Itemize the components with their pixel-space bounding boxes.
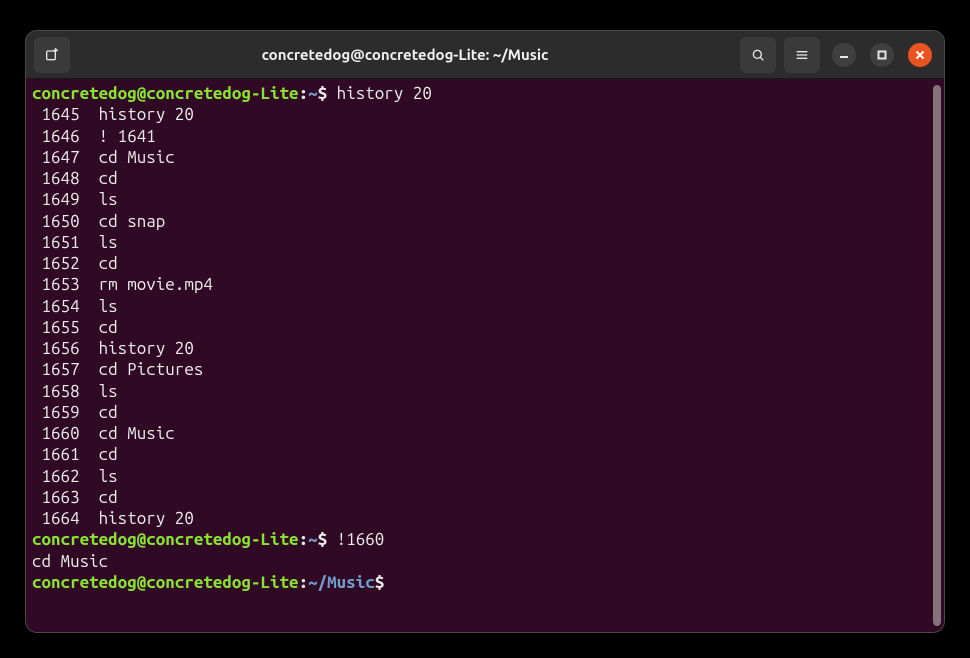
history-row: 1660 cd Music [32, 424, 175, 443]
history-row: 1653 rm movie.mp4 [32, 275, 213, 294]
prompt-colon: : [299, 530, 309, 549]
history-row: 1648 cd [32, 169, 118, 188]
history-row: 1657 cd Pictures [32, 360, 203, 379]
prompt-colon: : [299, 573, 309, 592]
history-row: 1652 cd [32, 254, 118, 273]
prompt-colon: : [299, 84, 309, 103]
prompt-dollar: $ [318, 530, 337, 549]
terminal-window: concretedog@concretedog-Lite: ~/Music co… [25, 30, 945, 633]
history-row: 1650 cd snap [32, 212, 165, 231]
minimize-button[interactable] [832, 43, 856, 67]
prompt-user-host: concretedog@concretedog-Lite [32, 84, 299, 103]
scrollbar[interactable] [933, 85, 941, 626]
maximize-button[interactable] [870, 43, 894, 67]
echoed-command: cd Music [32, 552, 108, 571]
prompt-command: !1660 [337, 530, 385, 549]
search-icon [750, 47, 766, 63]
maximize-icon [877, 50, 887, 60]
history-row: 1655 cd [32, 318, 118, 337]
menu-button[interactable] [784, 37, 820, 73]
titlebar: concretedog@concretedog-Lite: ~/Music [26, 31, 944, 79]
history-row: 1651 ls [32, 233, 118, 252]
history-row: 1661 cd [32, 445, 118, 464]
history-row: 1664 history 20 [32, 509, 194, 528]
history-row: 1646 ! 1641 [32, 127, 156, 146]
history-row: 1658 ls [32, 382, 118, 401]
prompt-user-host: concretedog@concretedog-Lite [32, 573, 299, 592]
history-row: 1659 cd [32, 403, 118, 422]
history-row: 1663 cd [32, 488, 118, 507]
history-row: 1645 history 20 [32, 105, 194, 124]
history-output: 1645 history 20 1646 ! 1641 1647 cd Musi… [32, 104, 938, 529]
history-row: 1656 history 20 [32, 339, 194, 358]
terminal[interactable]: concretedog@concretedog-Lite:~$ history … [26, 79, 944, 632]
new-tab-icon [44, 47, 60, 63]
prompt-user-host: concretedog@concretedog-Lite [32, 530, 299, 549]
prompt-path: ~ [308, 84, 318, 103]
history-row: 1647 cd Music [32, 148, 175, 167]
search-button[interactable] [740, 37, 776, 73]
new-tab-button[interactable] [34, 37, 70, 73]
prompt-command: history 20 [337, 84, 432, 103]
terminal-area: concretedog@concretedog-Lite:~$ history … [26, 79, 944, 632]
prompt-path: ~/Music [308, 573, 375, 592]
prompt-dollar: $ [318, 84, 337, 103]
history-row: 1649 ls [32, 190, 118, 209]
history-row: 1654 ls [32, 297, 118, 316]
prompt-dollar: $ [375, 573, 394, 592]
window-title: concretedog@concretedog-Lite: ~/Music [78, 46, 732, 63]
close-button[interactable] [908, 43, 932, 67]
history-row: 1662 ls [32, 467, 118, 486]
minimize-icon [839, 50, 849, 60]
close-icon [915, 50, 925, 60]
prompt-path: ~ [308, 530, 318, 549]
window-controls [832, 43, 932, 67]
hamburger-icon [794, 47, 810, 63]
